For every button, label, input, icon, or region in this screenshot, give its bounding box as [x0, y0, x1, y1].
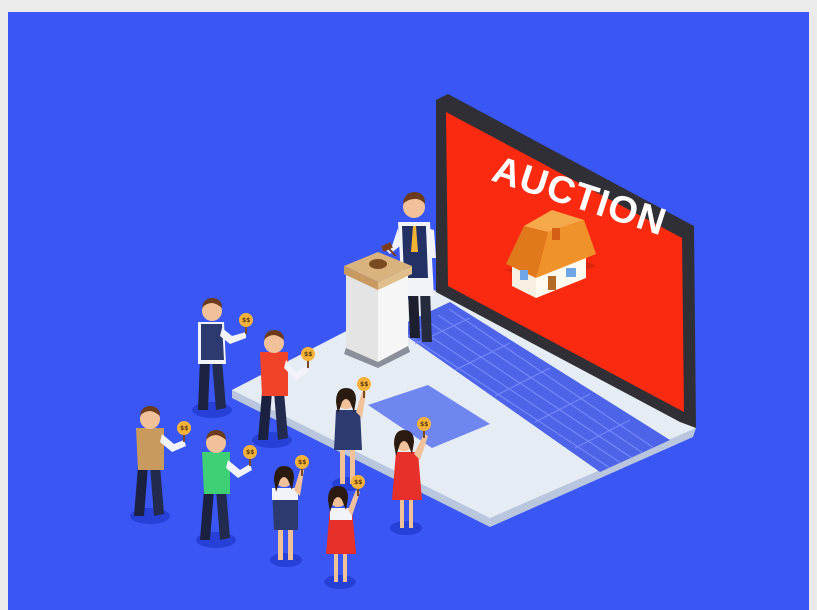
- auction-illustration: AUCTION $$ $$ $$ $$ $$ $$ $$ $$: [8, 12, 809, 610]
- auction-illustration-frame: AUCTION $$ $$ $$ $$ $$ $$ $$ $$: [0, 0, 817, 610]
- podium-icon: [344, 252, 412, 368]
- svg-text:$$: $$: [354, 479, 362, 486]
- svg-text:$$: $$: [180, 425, 188, 432]
- svg-text:$$: $$: [246, 449, 254, 456]
- svg-text:$$: $$: [304, 351, 312, 358]
- svg-text:$$: $$: [242, 317, 250, 324]
- svg-text:$$: $$: [298, 459, 306, 466]
- svg-text:$$: $$: [420, 421, 428, 428]
- svg-text:$$: $$: [360, 381, 368, 388]
